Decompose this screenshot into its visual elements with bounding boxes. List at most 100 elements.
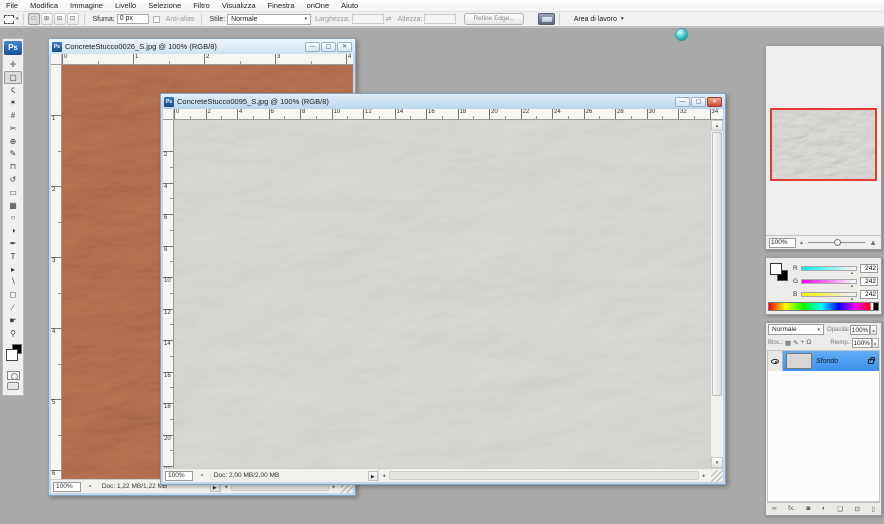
zoom-slider[interactable] — [808, 242, 865, 243]
subtract-from-selection-mode[interactable]: ⊟ — [54, 13, 66, 25]
link-dimensions-icon[interactable]: ⇄ — [386, 15, 392, 23]
gradient-tool[interactable]: ▦ — [4, 199, 22, 212]
lock-transparency-icon[interactable]: ▦ — [785, 339, 791, 347]
path-selection-tool[interactable]: ▸ — [4, 263, 22, 276]
menu-item[interactable]: Immagine — [64, 1, 109, 10]
new-layer-icon[interactable]: ⊡ — [854, 505, 859, 513]
bridge-icon[interactable] — [538, 13, 555, 25]
fill-arrow-icon[interactable]: ▸ — [872, 338, 879, 348]
scroll-thumb[interactable] — [712, 132, 722, 396]
canvas-gray-stucco[interactable] — [174, 120, 710, 468]
screen-mode-button[interactable] — [7, 382, 19, 390]
visibility-cell[interactable] — [768, 351, 783, 371]
slice-tool[interactable]: ✂ — [4, 122, 22, 135]
type-tool[interactable]: T — [4, 250, 22, 263]
fill-field[interactable]: 100% — [852, 338, 872, 348]
document-window-2[interactable]: Ps ConcreteStucco0095_S.jpg @ 100% (RGB/… — [160, 93, 726, 485]
channel-value-field[interactable]: 242 — [860, 290, 878, 299]
line-tool[interactable]: ∖ — [4, 276, 22, 289]
zoom-level-field[interactable]: 100% — [53, 482, 81, 492]
zoom-tool[interactable]: ⚲ — [4, 327, 22, 340]
brush-tool[interactable]: ✎ — [4, 148, 22, 161]
hand-tool[interactable]: ☛ — [4, 314, 22, 327]
scroll-right-icon[interactable]: ▸ — [699, 473, 709, 479]
vertical-scrollbar[interactable]: ▴ ▾ — [710, 120, 723, 468]
lasso-tool[interactable]: ς — [4, 84, 22, 97]
link-layers-icon[interactable]: ∞ — [772, 505, 777, 512]
slider-handle[interactable]: ▲ — [850, 296, 854, 301]
layer-group-icon[interactable]: ❏ — [837, 505, 843, 513]
channel-slider[interactable]: ▲ — [801, 279, 857, 284]
opacity-arrow-icon[interactable]: ▸ — [870, 325, 877, 335]
healing-brush-tool[interactable]: ⊕ — [4, 135, 22, 148]
menu-item[interactable]: Livello — [109, 1, 142, 10]
menu-item[interactable]: Selezione — [142, 1, 187, 10]
zoom-slider-knob[interactable] — [834, 239, 841, 246]
menu-item[interactable]: Filtro — [187, 1, 216, 10]
window-titlebar[interactable]: Ps ConcreteStucco0026_S.jpg @ 100% (RGB/… — [49, 39, 355, 54]
zoom-in-icon[interactable]: ▲ — [869, 238, 877, 247]
move-tool[interactable]: ✛ — [4, 58, 22, 71]
channel-slider[interactable]: ▲ — [801, 266, 857, 271]
opacity-field[interactable]: 100% — [850, 325, 870, 335]
channel-value-field[interactable]: 242 — [860, 264, 878, 273]
feather-input[interactable]: 0 px — [117, 14, 149, 24]
style-select[interactable]: Normale ▾ — [227, 14, 311, 25]
minimize-button[interactable]: — — [675, 97, 690, 107]
minimize-button[interactable]: — — [305, 42, 320, 52]
slider-handle[interactable]: ▲ — [850, 270, 854, 275]
menu-item[interactable]: File — [0, 1, 24, 10]
eraser-tool[interactable]: ▭ — [4, 186, 22, 199]
foreground-color-swatch[interactable] — [770, 263, 782, 275]
layer-style-icon[interactable]: fx. — [788, 505, 795, 512]
delete-layer-icon[interactable]: ▯ — [871, 505, 875, 513]
menu-item[interactable]: Modifica — [24, 1, 64, 10]
channel-slider[interactable]: ▲ — [801, 292, 857, 297]
scroll-down-icon[interactable]: ▾ — [711, 457, 723, 468]
layer-mask-icon[interactable]: ◙ — [806, 505, 810, 512]
maximize-button[interactable]: ▢ — [321, 42, 336, 52]
antialias-checkbox[interactable] — [153, 16, 160, 23]
lock-all-icon[interactable]: Ω — [806, 339, 811, 347]
width-input[interactable] — [352, 14, 384, 24]
new-selection-mode[interactable]: □ — [28, 13, 40, 25]
foreground-color-swatch[interactable] — [6, 349, 18, 361]
navigator-zoom-field[interactable]: 100% — [769, 238, 796, 248]
rectangular-marquee-tool[interactable]: ▢ — [4, 71, 22, 84]
status-menu-arrow[interactable]: ▶ — [368, 471, 378, 481]
eyedropper-tool[interactable]: ∕ — [4, 301, 22, 314]
clone-stamp-tool[interactable]: ⊓ — [4, 160, 22, 173]
resize-grip[interactable] — [711, 470, 723, 482]
blend-mode-select[interactable]: Normale ▾ — [768, 324, 824, 335]
shape-tool[interactable]: ◻ — [4, 288, 22, 301]
height-input[interactable] — [424, 14, 456, 24]
close-button[interactable]: ✕ — [337, 42, 352, 52]
maximize-button[interactable]: ▢ — [691, 97, 706, 107]
history-brush-tool[interactable]: ↺ — [4, 173, 22, 186]
add-to-selection-mode[interactable]: ⊞ — [41, 13, 53, 25]
layer-row[interactable]: Sfondo — [768, 351, 879, 371]
adjustment-layer-icon[interactable]: ◐ — [822, 505, 826, 512]
navigator-preview[interactable] — [770, 108, 877, 181]
slider-handle[interactable]: ▲ — [850, 283, 854, 288]
lock-position-icon[interactable]: + — [801, 339, 805, 347]
window-titlebar[interactable]: Ps ConcreteStucco0095_S.jpg @ 100% (RGB/… — [161, 94, 725, 109]
pen-tool[interactable]: ✒ — [4, 237, 22, 250]
zoom-level-field[interactable]: 100% — [165, 471, 193, 481]
crop-tool[interactable]: # — [4, 109, 22, 122]
channel-value-field[interactable]: 242 — [860, 277, 878, 286]
menu-item[interactable]: Aiuto — [335, 1, 364, 10]
menu-item[interactable]: Visualizza — [216, 1, 262, 10]
workspace-button[interactable]: Area di lavoro ▼ — [574, 16, 625, 23]
quick-mask-button[interactable] — [7, 371, 20, 380]
menu-item[interactable]: Finestra — [262, 1, 301, 10]
scroll-left-icon[interactable]: ◂ — [379, 473, 389, 479]
scroll-track[interactable] — [389, 471, 699, 480]
menu-item[interactable]: onOne — [301, 1, 336, 10]
dodge-tool[interactable]: ◑ — [4, 224, 22, 237]
color-spectrum-ramp[interactable] — [768, 302, 879, 311]
blur-tool[interactable]: ○ — [4, 212, 22, 225]
zoom-out-icon[interactable]: ▲ — [799, 240, 804, 246]
intersect-selection-mode[interactable]: ⊡ — [67, 13, 79, 25]
tool-preset-picker[interactable]: ▾ — [4, 15, 19, 24]
